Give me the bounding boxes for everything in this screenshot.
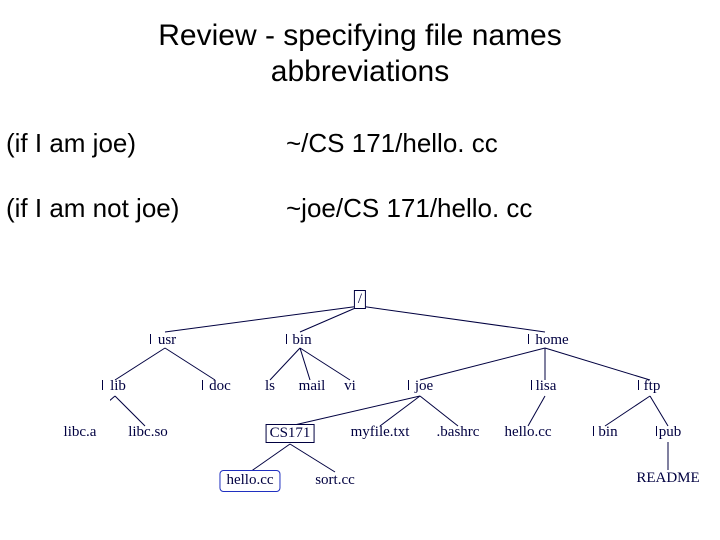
tick-bin <box>286 334 287 344</box>
tick-pub <box>656 426 657 436</box>
node-ls: ls <box>265 378 275 395</box>
slide-title: Review - specifying file names abbreviat… <box>0 0 720 90</box>
node-pub: pub <box>659 424 682 441</box>
node-hello-cc: hello.cc <box>219 470 280 492</box>
node-readme: README <box>636 470 699 487</box>
node-bin2: bin <box>598 424 617 441</box>
tree-edges <box>110 290 710 530</box>
slide: Review - specifying file names abbreviat… <box>0 0 720 540</box>
title-line-1: Review - specifying file names <box>158 19 562 52</box>
node-cs171: CS171 <box>266 424 315 443</box>
row1-path: ~/CS 171/hello. cc <box>286 128 720 159</box>
node-lib: lib <box>110 378 126 395</box>
row2-path: ~joe/CS 171/hello. cc <box>286 193 720 224</box>
node-libc-so: libc.so <box>128 424 168 441</box>
node-home: home <box>535 332 568 349</box>
tick-doc <box>202 380 203 390</box>
node-root: / <box>354 290 366 309</box>
node-vi: vi <box>344 378 356 395</box>
example-row-1: (if I am joe) ~/CS 171/hello. cc <box>0 128 720 159</box>
node-mail: mail <box>299 378 326 395</box>
node-doc: doc <box>209 378 231 395</box>
tick-joe <box>408 380 409 390</box>
node-joe: joe <box>415 378 433 395</box>
node-usr: usr <box>158 332 176 349</box>
node-ftp: ftp <box>644 378 661 395</box>
tick-ftp <box>638 380 639 390</box>
node-sort-cc: sort.cc <box>315 472 355 489</box>
node-bashrc: .bashrc <box>437 424 480 441</box>
node-lisa: lisa <box>536 378 557 395</box>
example-row-2: (if I am not joe) ~joe/CS 171/hello. cc <box>0 193 720 224</box>
node-myfile: myfile.txt <box>351 424 410 441</box>
node-libc-a: libc.a <box>64 424 97 441</box>
row1-label: (if I am joe) <box>0 128 286 159</box>
tick-home <box>528 334 529 344</box>
title-line-2: abbreviations <box>271 55 449 88</box>
tick-lisa <box>531 380 532 390</box>
node-hello-lisa: hello.cc <box>504 424 551 441</box>
row2-label: (if I am not joe) <box>0 193 286 224</box>
tick-usr <box>150 334 151 344</box>
tick-lib <box>102 380 103 390</box>
tick-bin2 <box>593 426 594 436</box>
filesystem-tree: / usr bin home lib doc ls mail vi joe li… <box>110 290 710 530</box>
example-rows: (if I am joe) ~/CS 171/hello. cc (if I a… <box>0 128 720 224</box>
node-bin: bin <box>292 332 311 349</box>
